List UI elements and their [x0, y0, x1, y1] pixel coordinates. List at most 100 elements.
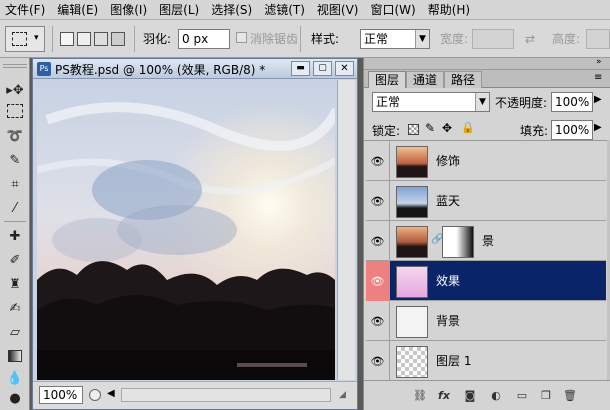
clone-stamp-icon[interactable]: ♜ [4, 274, 26, 294]
add-mask-icon[interactable]: ◙ [462, 389, 478, 403]
layer-thumbnail [396, 346, 428, 378]
document-title-bar[interactable]: Ps PS教程.psd @ 100% (效果, RGB/8) * ▬ ▢ ✕ [33, 59, 357, 79]
layer-name[interactable]: 背景 [436, 312, 460, 329]
info-icon[interactable] [89, 389, 101, 401]
link-layers-icon[interactable]: ⛓ [412, 389, 428, 403]
eraser-tool-icon[interactable]: ▱ [4, 322, 26, 342]
menu-edit[interactable]: 编辑(E) [52, 1, 105, 18]
eye-icon[interactable]: 👁 [366, 301, 390, 341]
zoom-field[interactable]: 100% [39, 386, 83, 404]
layer-name[interactable]: 效果 [436, 272, 460, 289]
lock-pixels-icon[interactable]: ✎ [425, 121, 435, 135]
tab-channels[interactable]: 通道 [406, 71, 445, 88]
quick-select-tool-icon[interactable]: ✎ [4, 150, 26, 170]
landscape-image [37, 80, 335, 380]
crop-tool-icon[interactable]: ⌗ [4, 174, 26, 194]
gradient-tool-icon[interactable] [4, 346, 26, 366]
add-selection-icon[interactable] [77, 32, 91, 46]
blur-tool-icon[interactable]: 💧 [4, 368, 26, 388]
feather-input[interactable]: 0 px [178, 29, 230, 49]
eye-icon[interactable]: 👁 [366, 341, 390, 381]
layer-row[interactable]: 👁 蓝天 [366, 181, 606, 221]
layer-row-selected[interactable]: 👁 效果 [366, 261, 606, 301]
toolbox: ▸✥ ➰ ✎ ⌗ ⁄ ✚ ✐ ♜ ✍ ▱ 💧 ● [0, 58, 30, 410]
eye-icon[interactable]: 👁 [366, 261, 390, 301]
new-layer-icon[interactable]: ❐ [538, 389, 554, 403]
antialias-label: 消除锯齿 [250, 32, 299, 46]
layer-row[interactable]: 👁 图层 1 [366, 341, 606, 381]
chevron-down-icon: ▾ [34, 33, 39, 43]
menu-help[interactable]: 帮助(H) [423, 1, 477, 18]
swap-icon[interactable]: ⇄ [525, 31, 535, 47]
chevron-down-icon: ▼ [475, 93, 489, 111]
layer-thumbnail [396, 266, 428, 298]
layer-row[interactable]: 👁 🔗 景 [366, 221, 606, 261]
menu-select[interactable]: 选择(S) [206, 1, 259, 18]
opacity-input[interactable]: 100% [551, 92, 593, 112]
menu-window[interactable]: 窗口(W) [365, 1, 422, 18]
marquee-tool-icon[interactable] [7, 104, 23, 118]
layer-style-icon[interactable]: fx [436, 389, 452, 403]
new-selection-icon[interactable] [60, 32, 74, 46]
delete-layer-icon[interactable]: 🗑 [562, 389, 578, 403]
vertical-scrollbar[interactable] [337, 80, 355, 380]
panel-tabs: 图层 通道 路径 ≡ [364, 70, 610, 88]
image-canvas[interactable] [37, 80, 335, 380]
maximize-button[interactable]: ▢ [313, 61, 332, 76]
adjustment-layer-icon[interactable]: ◐ [488, 389, 504, 403]
history-brush-icon[interactable]: ✍ [4, 298, 26, 318]
eye-icon[interactable]: 👁 [366, 181, 390, 221]
menu-file[interactable]: 文件(F) [0, 1, 52, 18]
lock-position-icon[interactable]: ✥ [442, 121, 452, 135]
close-button[interactable]: ✕ [335, 61, 354, 76]
intersect-selection-icon[interactable] [111, 32, 125, 46]
lock-all-icon[interactable]: 🔒 [461, 121, 475, 134]
blend-mode-select[interactable]: 正常 ▼ [372, 92, 490, 112]
fill-arrow-icon[interactable]: ▶ [594, 122, 602, 133]
menu-view[interactable]: 视图(V) [312, 1, 366, 18]
antialias-checkbox[interactable] [236, 32, 247, 43]
layer-name[interactable]: 修饰 [436, 152, 460, 169]
layer-name[interactable]: 蓝天 [436, 192, 460, 209]
lasso-tool-icon[interactable]: ➰ [4, 126, 26, 146]
dodge-tool-icon[interactable]: ● [4, 388, 26, 408]
horizontal-scrollbar[interactable] [121, 388, 331, 402]
width-input[interactable] [472, 29, 514, 49]
panel-menu-icon[interactable]: ≡ [594, 72, 602, 83]
layer-thumbnail [396, 306, 428, 338]
height-input[interactable] [586, 29, 610, 49]
eyedropper-tool-icon[interactable]: ⁄ [4, 198, 26, 218]
tab-layers[interactable]: 图层 [368, 71, 407, 88]
brush-tool-icon[interactable]: ✐ [4, 250, 26, 270]
eye-icon[interactable]: 👁 [366, 141, 390, 181]
layer-row[interactable]: 👁 背景 [366, 301, 606, 341]
layer-row[interactable]: 👁 修饰 [366, 141, 606, 181]
opacity-arrow-icon[interactable]: ▶ [594, 94, 602, 105]
resize-grip-icon[interactable]: ◢ [339, 390, 346, 400]
menu-image[interactable]: 图像(I) [105, 1, 154, 18]
tool-preset-picker[interactable]: ▾ [5, 26, 45, 52]
collapse-icon[interactable]: » [596, 57, 602, 67]
fill-input[interactable]: 100% [551, 120, 593, 140]
layer-mask-thumbnail [442, 226, 474, 258]
menu-bar: 文件(F) 编辑(E) 图像(I) 图层(L) 选择(S) 滤镜(T) 视图(V… [0, 0, 610, 20]
style-select-value: 正常 [364, 32, 389, 46]
layer-name[interactable]: 景 [482, 232, 494, 249]
tab-paths[interactable]: 路径 [444, 71, 483, 88]
move-tool-icon[interactable]: ▸✥ [4, 80, 26, 100]
document-window: Ps PS教程.psd @ 100% (效果, RGB/8) * ▬ ▢ ✕ 1… [32, 58, 358, 410]
document-title: PS教程.psd @ 100% (效果, RGB/8) * [55, 63, 266, 77]
subtract-selection-icon[interactable] [94, 32, 108, 46]
style-select[interactable]: 正常 ▼ [360, 29, 430, 49]
menu-filter[interactable]: 滤镜(T) [259, 1, 312, 18]
layer-name[interactable]: 图层 1 [436, 352, 471, 369]
eye-icon[interactable]: 👁 [366, 221, 390, 261]
new-group-icon[interactable]: ▭ [514, 389, 530, 403]
minimize-button[interactable]: ▬ [291, 61, 310, 76]
menu-layer[interactable]: 图层(L) [154, 1, 206, 18]
healing-brush-icon[interactable]: ✚ [4, 226, 26, 246]
toolbox-divider [4, 221, 26, 222]
toolbox-grip [3, 64, 27, 68]
hscroll-left-icon[interactable]: ◀ [107, 388, 115, 399]
lock-transparency-icon[interactable] [408, 124, 419, 135]
